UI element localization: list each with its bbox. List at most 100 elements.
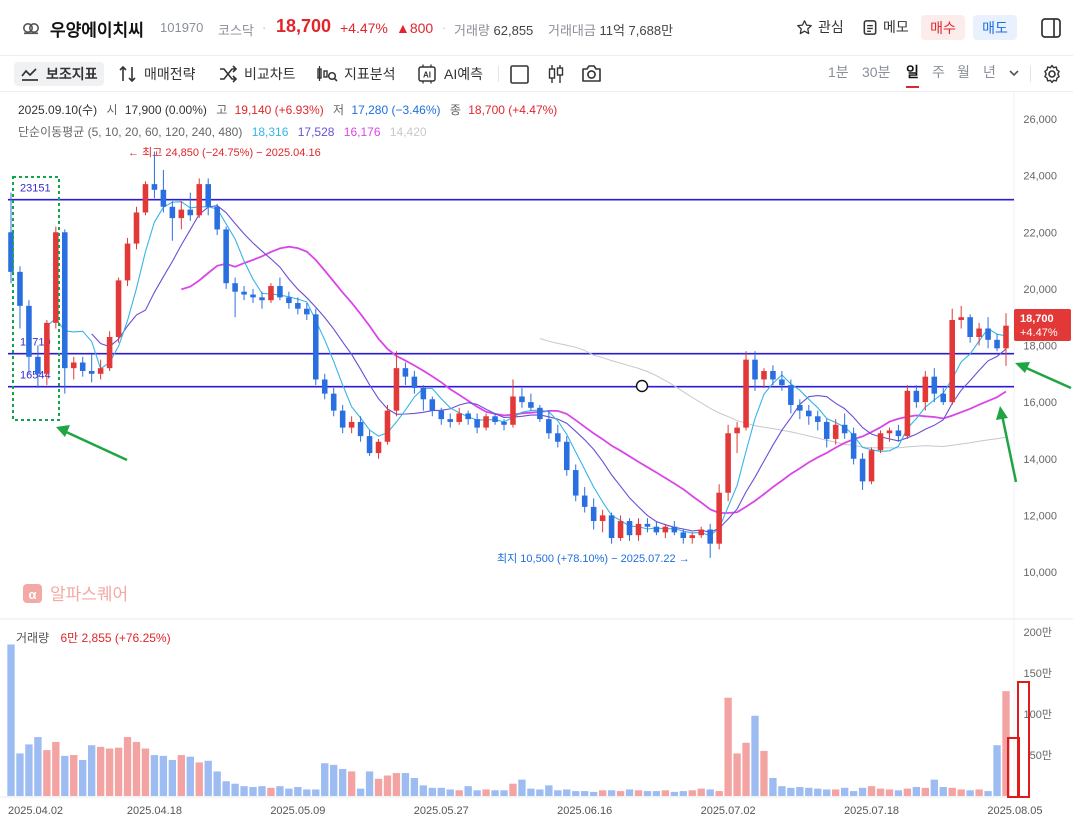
compare-button[interactable]: 비교차트 — [218, 62, 296, 86]
memo-button[interactable]: 메모 — [862, 17, 909, 37]
candle-type-icon[interactable] — [546, 64, 566, 84]
buy-button[interactable]: 매수 — [921, 15, 965, 40]
volume-bar — [867, 786, 876, 796]
y-tick-label: 10,000 — [1023, 567, 1057, 579]
chevron-down-icon[interactable] — [1008, 68, 1020, 78]
candles-search-icon — [317, 66, 338, 82]
candle-body — [456, 413, 462, 422]
timeframe-week[interactable]: 주 — [932, 62, 945, 82]
candle-body — [124, 243, 131, 281]
close-label: 종 — [450, 103, 461, 117]
sell-button[interactable]: 매도 — [973, 15, 1017, 40]
candle-body — [304, 308, 310, 315]
candle-body — [698, 529, 705, 536]
volume-bar — [589, 791, 598, 796]
candle-body — [393, 368, 400, 411]
camera-icon[interactable] — [581, 64, 602, 83]
volume-bar — [419, 785, 428, 796]
candle-body — [223, 229, 229, 284]
candle-body — [366, 436, 373, 454]
candle-body — [519, 396, 525, 403]
candle-body — [985, 328, 991, 340]
candle-body — [895, 430, 902, 437]
candle-body — [904, 390, 911, 437]
candle-body — [823, 421, 830, 439]
volume-bar — [204, 760, 212, 796]
info-line: 2025.09.10(수) 시 17,900 (0.00%) 고 19,140 … — [18, 103, 557, 117]
candle-body — [572, 470, 579, 496]
timeframe-month[interactable]: 월 — [957, 62, 970, 82]
candle-body — [761, 370, 767, 380]
separator-dot: · — [262, 20, 267, 35]
candle-body — [859, 458, 866, 482]
y-tick-label: 16,000 — [1023, 397, 1057, 409]
favorite-button[interactable]: 관심 — [796, 17, 844, 37]
volume-legend-label: 거래량 — [16, 631, 49, 645]
analysis-button[interactable]: 지표분석 — [316, 62, 396, 86]
candle-body — [44, 322, 50, 374]
gear-icon[interactable] — [1042, 64, 1062, 84]
ai-predict-button[interactable]: AI AI예측 — [416, 62, 483, 86]
volume-bar — [787, 787, 795, 796]
cursor-marker — [635, 379, 649, 393]
side-panel-icon[interactable] — [1040, 17, 1062, 39]
strategy-button[interactable]: 매매전략 — [118, 62, 196, 86]
volume-bar — [88, 745, 96, 796]
square-select-icon[interactable] — [510, 65, 529, 84]
low-annotation: 최지 10,500 (+78.10%) − 2025.07.22 → — [497, 552, 690, 565]
timeframe-30m[interactable]: 30분 — [862, 62, 890, 82]
amount-value: 11억 7,688만 — [599, 23, 674, 38]
candle-body — [976, 328, 982, 338]
timeframe-1m[interactable]: 1분 — [828, 62, 849, 82]
candle-body — [913, 390, 920, 403]
volume-bar — [527, 788, 535, 796]
candle-body — [680, 532, 687, 539]
candle-body — [53, 232, 59, 323]
volume-bar — [213, 771, 221, 796]
candle-body — [599, 515, 606, 522]
volume-bar — [168, 759, 177, 796]
volume-bar — [105, 748, 114, 796]
indicator-icon — [21, 68, 38, 81]
candle-body — [743, 359, 749, 428]
candle-body — [922, 376, 929, 403]
ma20-value: 16,176 — [344, 125, 381, 139]
candle-body — [644, 523, 651, 527]
volume-bar — [16, 753, 24, 796]
volume-bar — [285, 788, 293, 796]
y-tick-label: 18,000 — [1023, 341, 1057, 353]
candle-body — [115, 280, 122, 338]
x-tick-label: 2025.07.02 — [701, 805, 756, 817]
candle-body — [841, 424, 848, 434]
volume-bar — [545, 785, 553, 796]
volume-bar — [715, 791, 723, 796]
volume-bar — [428, 787, 436, 796]
amount-label: 거래대금 — [548, 23, 596, 38]
chart-area[interactable]: 2025.09.10(수) 시 17,900 (0.00%) 고 19,140 … — [0, 92, 1073, 824]
candle-body — [528, 402, 534, 408]
candle-body — [474, 419, 480, 428]
candle-body — [88, 370, 95, 374]
candle-body — [62, 232, 68, 369]
candle-body — [725, 433, 731, 493]
high-label: 고 — [216, 103, 227, 117]
indicator-button[interactable]: 보조지표 — [14, 62, 104, 86]
y-tick-label: 14,000 — [1023, 454, 1057, 466]
timeframe-year[interactable]: 년 — [983, 62, 996, 82]
candle-body — [286, 297, 292, 304]
y-tick-label: 12,000 — [1023, 510, 1057, 522]
volume-bar — [679, 791, 687, 796]
ma-legend-label: 단순이동평균 (5, 10, 20, 60, 120, 240, 480) — [18, 125, 242, 139]
volume-bar — [581, 791, 589, 796]
stock-amount: 거래대금 11억 7,688만 — [548, 20, 673, 39]
candle-body — [806, 410, 812, 417]
volume-bar — [123, 737, 132, 796]
volume-bar — [330, 764, 338, 796]
price-chart[interactable]: 2025.09.10(수) 시 17,900 (0.00%) 고 19,140 … — [0, 92, 1073, 824]
candle-body — [357, 421, 364, 437]
stock-price: 18,700 — [276, 16, 332, 36]
timeframe-day[interactable]: 일 — [906, 62, 919, 88]
toolbar-divider — [498, 66, 499, 82]
volume-bar — [554, 790, 562, 796]
candle-body — [205, 184, 211, 207]
